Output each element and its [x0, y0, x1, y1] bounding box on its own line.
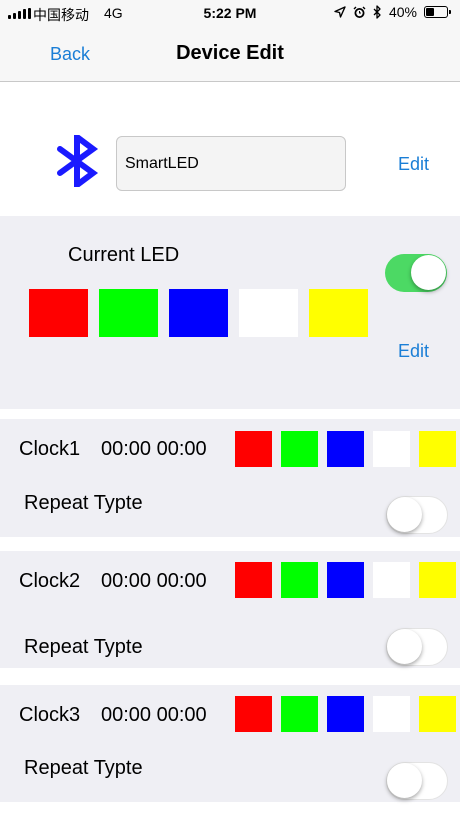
- color-swatch-blue[interactable]: [327, 562, 364, 598]
- battery-icon: [424, 6, 451, 18]
- clock-repeat-toggle[interactable]: [386, 496, 448, 534]
- color-swatch-green[interactable]: [99, 289, 158, 337]
- status-bar: 中国移动 4G 5:22 PM 40%: [0, 0, 460, 28]
- color-swatch-yellow[interactable]: [419, 696, 456, 732]
- bluetooth-status-icon: [373, 5, 381, 19]
- color-swatch-white[interactable]: [373, 696, 410, 732]
- color-swatch-red[interactable]: [29, 289, 88, 337]
- color-swatch-yellow[interactable]: [419, 431, 456, 467]
- clock-color-swatches: [235, 562, 456, 598]
- current-led-edit-button[interactable]: Edit: [398, 341, 429, 362]
- clock-times[interactable]: 00:00 00:00: [101, 704, 207, 727]
- device-edit-button[interactable]: Edit: [398, 154, 429, 175]
- color-swatch-blue[interactable]: [327, 696, 364, 732]
- clock-color-swatches: [235, 696, 456, 732]
- color-swatch-blue[interactable]: [169, 289, 228, 337]
- color-swatch-blue[interactable]: [327, 431, 364, 467]
- location-arrow-icon: [334, 6, 346, 18]
- clock-name: Clock1: [19, 438, 81, 460]
- color-swatch-red[interactable]: [235, 696, 272, 732]
- clock-times[interactable]: 00:00 00:00: [101, 438, 207, 461]
- clock-name: Clock3: [19, 704, 81, 726]
- navigation-bar: Back Device Edit: [0, 28, 460, 82]
- clock-repeat-toggle[interactable]: [386, 762, 448, 800]
- device-name-input[interactable]: [116, 136, 346, 191]
- color-swatch-yellow[interactable]: [419, 562, 456, 598]
- repeat-type-label: Repeat Typte: [24, 492, 143, 514]
- color-swatch-red[interactable]: [235, 562, 272, 598]
- color-swatch-green[interactable]: [281, 431, 318, 467]
- current-led-label: Current LED: [68, 244, 180, 266]
- current-led-color-swatches: [29, 289, 368, 337]
- color-swatch-white[interactable]: [239, 289, 298, 337]
- alarm-clock-icon: [353, 6, 366, 18]
- toggle-knob: [387, 763, 422, 798]
- color-swatch-white[interactable]: [373, 562, 410, 598]
- color-swatch-green[interactable]: [281, 696, 318, 732]
- clock-panel-1: Clock1 00:00 00:00 Repeat Typte: [0, 419, 460, 537]
- bluetooth-icon: [57, 135, 99, 187]
- color-swatch-red[interactable]: [235, 431, 272, 467]
- clock-panel-3: Clock3 00:00 00:00 Repeat Typte: [0, 685, 460, 802]
- device-name-section: Edit: [0, 82, 460, 216]
- clock-name: Clock2: [19, 570, 81, 592]
- current-led-toggle[interactable]: [385, 254, 447, 292]
- repeat-type-label: Repeat Typte: [24, 636, 143, 658]
- toggle-knob: [411, 255, 446, 290]
- color-swatch-white[interactable]: [373, 431, 410, 467]
- clock-times[interactable]: 00:00 00:00: [101, 570, 207, 593]
- repeat-type-label: Repeat Typte: [24, 757, 143, 779]
- clock-repeat-toggle[interactable]: [386, 628, 448, 666]
- toggle-knob: [387, 497, 422, 532]
- status-icons: 40%: [334, 4, 451, 20]
- clock-panel-2: Clock2 00:00 00:00 Repeat Typte: [0, 551, 460, 668]
- battery-fill: [426, 8, 434, 16]
- page-title: Device Edit: [176, 42, 284, 64]
- battery-percent: 40%: [388, 4, 417, 20]
- color-swatch-green[interactable]: [281, 562, 318, 598]
- current-led-panel: Current LED Edit: [0, 216, 460, 409]
- toggle-knob: [387, 629, 422, 664]
- clock-color-swatches: [235, 431, 456, 467]
- color-swatch-yellow[interactable]: [309, 289, 368, 337]
